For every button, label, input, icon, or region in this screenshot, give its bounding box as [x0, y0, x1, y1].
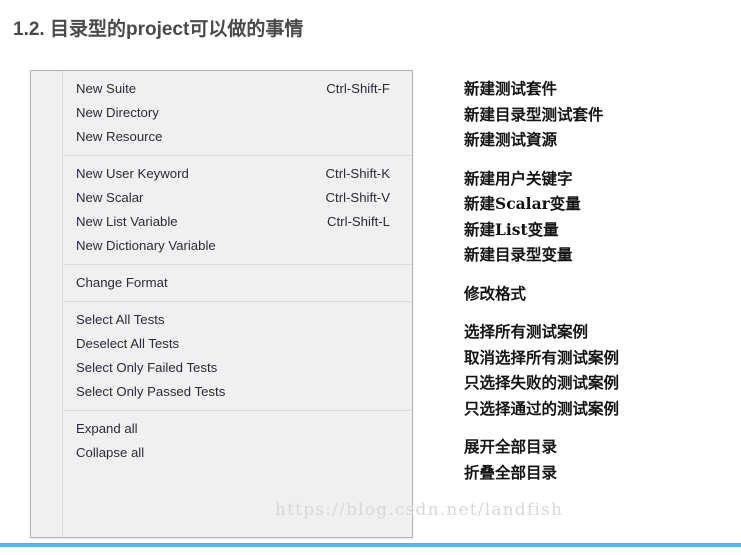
menu-item-label: New Directory — [76, 105, 159, 120]
menu-item-label: Change Format — [76, 275, 168, 290]
annotation-line: 新建用户关键字 — [464, 168, 573, 188]
context-menu: New Suite Ctrl-Shift-F New Directory New… — [30, 70, 413, 538]
menu-item-new-suite[interactable]: New Suite Ctrl-Shift-F — [64, 77, 412, 101]
annotation-line: 新建Scalar变量 — [464, 194, 581, 213]
menu-item-expand-all[interactable]: Expand all — [64, 417, 412, 441]
menu-item-label: New Scalar — [76, 190, 144, 205]
annotation-line: 新建目录型测试套件 — [464, 104, 604, 124]
annotation-line: 新建List变量 — [464, 219, 559, 239]
menu-item-new-resource[interactable]: New Resource — [64, 125, 412, 149]
annotation-group-new-variables: 新建用户关键字 新建Scalar变量 新建List变量 新建目录型变量 — [464, 166, 724, 268]
menu-item-select-all-tests[interactable]: Select All Tests — [64, 308, 412, 332]
menu-icon-gutter — [31, 71, 63, 537]
menu-item-label: Deselect All Tests — [76, 336, 180, 351]
page-title: 1.2. 目录型的project可以做的事情 — [13, 19, 304, 40]
annotation-group-new-items: 新建测试套件 新建目录型测试套件 新建测试資源 — [464, 76, 724, 153]
menu-item-label: New Resource — [76, 129, 163, 144]
menu-item-label: Collapse all — [76, 445, 145, 460]
menu-item-new-user-keyword[interactable]: New User Keyword Ctrl-Shift-K — [64, 162, 412, 186]
menu-item-shortcut: Ctrl-Shift-L — [326, 214, 390, 229]
menu-group-format: Change Format — [64, 264, 412, 301]
menu-item-new-directory[interactable]: New Directory — [64, 101, 412, 125]
menu-item-shortcut: Ctrl-Shift-K — [325, 166, 390, 181]
annotation-line: 只选择失败的测试案例 — [464, 373, 620, 392]
menu-item-label: Select Only Failed Tests — [76, 360, 218, 375]
menu-group-expand-collapse: Expand all Collapse all — [64, 410, 412, 471]
annotation-line: 取消选择所有测试案例 — [464, 347, 620, 367]
annotation-group-format: 修改格式 — [464, 281, 724, 307]
menu-group-new-items: New Suite Ctrl-Shift-F New Directory New… — [64, 71, 412, 155]
annotation-line: 只选择通过的测试案例 — [464, 398, 620, 418]
menu-item-label: New Dictionary Variable — [76, 238, 216, 253]
menu-item-select-only-failed-tests[interactable]: Select Only Failed Tests — [64, 356, 412, 380]
menu-item-change-format[interactable]: Change Format — [64, 271, 412, 295]
menu-group-new-variables: New User Keyword Ctrl-Shift-K New Scalar… — [64, 155, 412, 264]
bottom-accent-bar — [0, 544, 741, 547]
menu-item-label: New Suite — [76, 81, 137, 96]
menu-group-selection: Select All Tests Deselect All Tests Sele… — [64, 301, 412, 410]
menu-item-deselect-all-tests[interactable]: Deselect All Tests — [64, 332, 412, 356]
annotation-line: 折叠全部目录 — [464, 462, 558, 482]
menu-item-new-dictionary-variable[interactable]: New Dictionary Variable — [64, 234, 412, 258]
menu-item-label: New User Keyword — [76, 166, 189, 181]
annotation-line: 修改格式 — [464, 283, 527, 303]
annotation-line: 展开全部目录 — [464, 437, 558, 456]
menu-item-label: Expand all — [76, 421, 138, 436]
menu-item-collapse-all[interactable]: Collapse all — [64, 441, 412, 465]
annotation-column: 新建测试套件 新建目录型测试套件 新建测试資源 新建用户关键字 新建Scalar… — [464, 76, 724, 485]
annotation-line: 新建测试資源 — [464, 130, 558, 149]
annotation-line: 新建测试套件 — [464, 79, 558, 98]
menu-item-list: New Suite Ctrl-Shift-F New Directory New… — [64, 71, 412, 537]
menu-item-label: New List Variable — [76, 214, 178, 229]
menu-item-new-list-variable[interactable]: New List Variable Ctrl-Shift-L — [64, 210, 412, 234]
menu-item-shortcut: Ctrl-Shift-F — [326, 81, 390, 96]
menu-item-label: Select Only Passed Tests — [76, 384, 226, 399]
annotation-line: 选择所有测试案例 — [464, 322, 589, 341]
menu-item-new-scalar[interactable]: New Scalar Ctrl-Shift-V — [64, 186, 412, 210]
annotation-line: 新建目录型变量 — [464, 245, 573, 264]
annotation-group-expand-collapse: 展开全部目录 折叠全部目录 — [464, 434, 724, 485]
menu-item-shortcut: Ctrl-Shift-V — [325, 190, 390, 205]
menu-item-label: Select All Tests — [76, 312, 165, 327]
annotation-group-selection: 选择所有测试案例 取消选择所有测试案例 只选择失败的测试案例 只选择通过的测试案… — [464, 319, 724, 421]
menu-item-select-only-passed-tests[interactable]: Select Only Passed Tests — [64, 380, 412, 404]
